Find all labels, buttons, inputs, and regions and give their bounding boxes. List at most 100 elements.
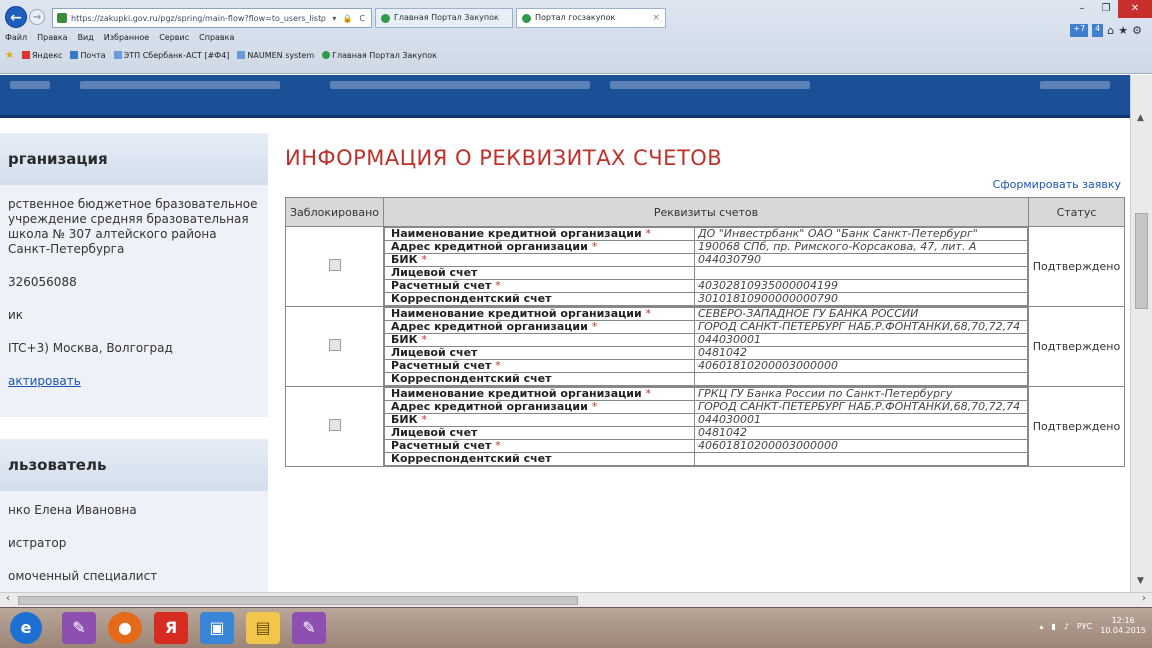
home-icon[interactable]: ⌂ — [1107, 24, 1114, 37]
nav-item-blurred[interactable] — [330, 81, 590, 89]
organization-header: рганизация — [0, 133, 268, 185]
gear-icon[interactable]: ⚙ — [1132, 24, 1142, 37]
taskbar-app[interactable]: ✎ — [62, 612, 96, 644]
fav-naumen[interactable]: NAUMEN system — [237, 51, 314, 60]
tab-favicon-icon — [381, 14, 390, 23]
scrollbar-thumb[interactable] — [18, 596, 578, 605]
address-tools[interactable]: ρ ▾ 🔒 C — [321, 14, 367, 23]
nav-item-blurred[interactable] — [10, 81, 50, 89]
browser-tab-main[interactable]: Главная Портал Закупок — [375, 8, 513, 28]
account-details-cell: Наименование кредитной организации * ГРКЦ… — [383, 386, 1029, 467]
menu-view[interactable]: Вид — [78, 33, 94, 42]
fav-yandex[interactable]: Яндекс — [21, 51, 62, 60]
firefox-icon: ● — [118, 618, 132, 637]
menu-help[interactable]: Справка — [199, 33, 234, 42]
field-value: 30101810900000000790 — [694, 292, 1028, 306]
taskbar-app-2[interactable]: ✎ — [292, 612, 326, 644]
required-marker: * — [645, 387, 652, 400]
taskbar-yandex[interactable]: Я — [154, 612, 188, 644]
account-details-cell: Наименование кредитной организации * ДО "… — [383, 226, 1029, 307]
sidebar: рганизация рственное бюджетное бразовате… — [0, 133, 268, 592]
star-icon[interactable]: ★ — [1118, 24, 1128, 37]
menu-file[interactable]: Файл — [5, 33, 27, 42]
favorites-star-icon[interactable]: ★ — [5, 50, 14, 61]
field-value: 044030790 — [694, 253, 1028, 267]
back-button[interactable]: ← — [5, 6, 27, 28]
ie-icon: e — [20, 618, 32, 637]
messages-badge[interactable]: 4 — [1092, 24, 1104, 37]
forward-button[interactable]: → — [29, 9, 45, 25]
account-details-cell: Наименование кредитной организации * СЕВЕ… — [383, 306, 1029, 387]
top-navigation-band — [0, 75, 1130, 118]
user-info: нко Елена Ивановна истратор омоченный сп… — [0, 491, 268, 592]
fav-portal[interactable]: Главная Портал Закупок — [322, 51, 437, 60]
menu-bar: Файл Правка Вид Избранное Сервис Справка — [5, 33, 234, 42]
edit-organization-link[interactable]: актировать — [8, 374, 260, 389]
scroll-down-icon[interactable]: ▼ — [1137, 576, 1144, 586]
field-value: 40302810935000004199 — [694, 279, 1028, 293]
scrollbar-thumb[interactable] — [1135, 213, 1148, 309]
field-row-corr: Корреспондентский счет 301018109000000007… — [384, 292, 1028, 306]
taskbar-firefox[interactable]: ● — [108, 612, 142, 644]
required-marker: * — [591, 400, 598, 413]
blocked-checkbox[interactable] — [328, 259, 341, 271]
blocked-checkbox[interactable] — [328, 339, 341, 351]
minimize-button[interactable]: – — [1070, 0, 1094, 18]
field-row-bik: БИК * 044030001 — [384, 413, 1028, 427]
user-position: омоченный специалист — [8, 569, 158, 583]
start-button[interactable]: e — [10, 612, 42, 644]
required-marker: * — [645, 227, 652, 240]
field-row-bik: БИК * 044030790 — [384, 253, 1028, 267]
create-request-link[interactable]: Сформировать заявку — [993, 178, 1121, 191]
required-marker: * — [591, 240, 598, 253]
blocked-checkbox[interactable] — [328, 419, 341, 431]
field-row-personal: Лицевой счет 0481042 — [384, 346, 1028, 360]
menu-favorites[interactable]: Избранное — [104, 33, 149, 42]
nav-item-blurred[interactable] — [80, 81, 280, 89]
field-row-bik: БИК * 044030001 — [384, 333, 1028, 347]
nav-item-blurred[interactable] — [610, 81, 810, 89]
field-row-corr: Корреспондентский счет — [384, 372, 1028, 386]
browser-tab-active[interactable]: Портал госзакупок × — [516, 8, 666, 28]
clock[interactable]: 12:16 10.04.2015 — [1100, 616, 1146, 636]
network-icon[interactable]: ▮ — [1051, 622, 1055, 631]
menu-tools[interactable]: Сервис — [159, 33, 189, 42]
account-fields: Наименование кредитной организации * ДО "… — [384, 227, 1028, 306]
vertical-scrollbar[interactable]: ▲ ▼ — [1130, 75, 1152, 592]
field-label: Лицевой счет — [384, 346, 695, 360]
close-tab-icon[interactable]: × — [652, 9, 660, 27]
fav-etp[interactable]: ЭТП Сбербанк-АСТ [#Ф4] — [113, 51, 229, 60]
account-fields: Наименование кредитной организации * СЕВЕ… — [384, 307, 1028, 386]
notifications-badge[interactable]: +7 — [1070, 24, 1089, 37]
horizontal-scrollbar[interactable]: ‹ › — [0, 592, 1152, 607]
scroll-up-icon[interactable]: ▲ — [1137, 113, 1144, 123]
address-bar[interactable]: https://zakupki.gov.ru/pgz/spring/main-f… — [52, 8, 372, 28]
close-window-button[interactable]: ✕ — [1118, 0, 1152, 18]
clock-time: 12:16 — [1111, 616, 1135, 625]
user-name: нко Елена Ивановна — [8, 503, 137, 517]
maximize-button[interactable]: ❐ — [1094, 0, 1118, 18]
field-label: БИК * — [384, 413, 695, 427]
folder-icon: ▤ — [255, 618, 271, 637]
required-marker: * — [421, 253, 427, 266]
taskbar-explorer[interactable]: ▣ — [200, 612, 234, 644]
portal-icon — [322, 51, 331, 59]
field-label: Наименование кредитной организации * — [384, 307, 695, 321]
nav-item-blurred[interactable] — [1040, 81, 1110, 89]
menu-edit[interactable]: Правка — [37, 33, 67, 42]
field-value: 044030001 — [694, 333, 1028, 347]
taskbar-folder[interactable]: ▤ — [246, 612, 280, 644]
field-label: Адрес кредитной организации * — [384, 400, 695, 414]
page-icon — [113, 51, 122, 59]
required-marker: * — [421, 413, 427, 426]
scroll-left-icon[interactable]: ‹ — [6, 593, 10, 604]
field-value: ГРКЦ ГУ Банка России по Санкт-Петербургу — [694, 387, 1028, 401]
site-icon — [57, 13, 67, 23]
tray-arrow-icon[interactable]: ▴ — [1039, 622, 1043, 631]
fav-mail[interactable]: Почта — [70, 51, 106, 60]
field-value: 0481042 — [694, 426, 1028, 440]
address-url[interactable]: https://zakupki.gov.ru/pgz/spring/main-f… — [71, 14, 321, 23]
scroll-right-icon[interactable]: › — [1142, 593, 1146, 604]
volume-icon[interactable]: ♪ — [1064, 622, 1069, 631]
language-indicator[interactable]: РУС — [1077, 622, 1092, 631]
